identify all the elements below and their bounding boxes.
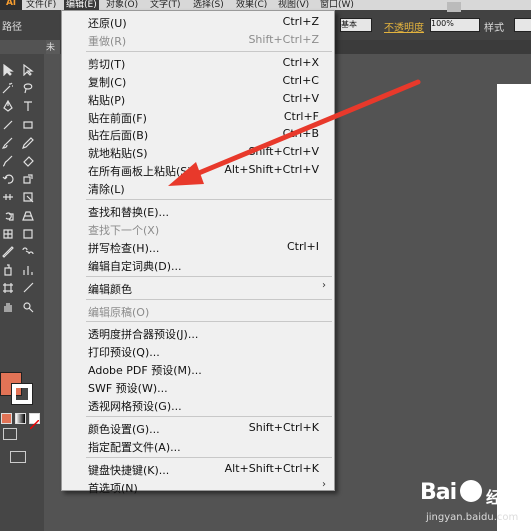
watermark: Bai 经验 jingyan.baidu.com	[420, 478, 531, 531]
watermark-url: jingyan.baidu.com	[426, 512, 519, 523]
paw-icon	[460, 480, 482, 502]
watermark-brand-cn: 经验	[486, 488, 519, 507]
watermark-brand: Bai	[420, 480, 457, 505]
annotation-arrow	[168, 79, 421, 186]
